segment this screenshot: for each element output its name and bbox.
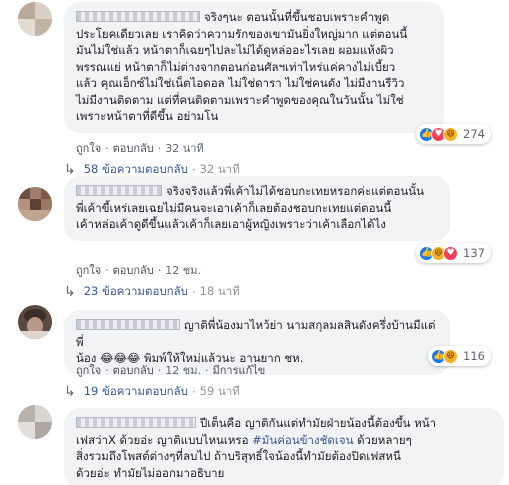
replies-time: 18 นาที (199, 284, 240, 298)
comment-line: เค้าหล่อเค้าดูดีขึ้นแล้วเค้าก็เลยเอาผู้ห… (76, 217, 386, 231)
comment-bubble: จริงๆนะ ตอนนั้นที่ขึ้นชอบเพราะคำพูด ประโ… (64, 2, 444, 133)
reply-arrow-icon: ↳ (64, 162, 76, 178)
hashtag-link[interactable]: #มันค่อนข้างชัดเจน (252, 433, 353, 447)
view-replies-link[interactable]: ↳ 19 ข้อความตอบกลับ · 59 นาที (64, 383, 240, 401)
avatar[interactable] (18, 305, 52, 339)
avatar[interactable] (18, 187, 52, 221)
replies-count[interactable]: 19 ข้อความตอบกลับ (84, 383, 188, 401)
comment-line: แล้ว คุณเอ็กซ์ไม่ใช่เน็ตไอดอล ไม่ใช่ดารา… (76, 76, 405, 90)
comment-line: ไม่มีงานติดตาม แต่ที่คนติดตามเพราะคำพูดข… (76, 92, 404, 107)
comment-line: ปีเต็นคือ ญาติกันแต่ทำมัยฝ่ายน้องนี้ต้อง… (76, 415, 492, 432)
redacted-name[interactable] (76, 417, 196, 428)
comment-line: พรรณแย่ หน้าตาก็ไม่ต่างจากตอนก่อนศัลฯเท่… (76, 59, 396, 74)
reply-arrow-icon: ↳ (64, 284, 76, 300)
like-link[interactable]: ถูกใจ (76, 364, 101, 377)
comment-line: ประโยคเดียวเลย เราคิดว่าความรักของเขามัน… (76, 26, 408, 41)
redacted-name[interactable] (76, 185, 162, 196)
comment-line: เฟสว่าX ด้วยอ่ะ ญาติแบบไหนเหรอ #มันค่อนข… (76, 432, 412, 447)
replies-time: 59 นาที (199, 384, 240, 398)
redacted-name[interactable] (76, 11, 200, 22)
comment-line: มันไม่ใช่แล้ว หน้าตาก็เฉยๆไปละไม่ได้ดูหล… (76, 43, 394, 57)
reaction-count: 274 (463, 127, 485, 141)
avatar[interactable] (18, 2, 52, 36)
comment-actions: ถูกใจ · ตอบกลับ · 12 ชม. (76, 264, 201, 277)
comment-actions: ถูกใจ · ตอบกลับ · 12 ชม. · มีการแก้ไข (76, 364, 266, 377)
like-link[interactable]: ถูกใจ (76, 142, 101, 155)
comment-line: จริงๆนะ ตอนนั้นที่ขึ้นชอบเพราะคำพูด (76, 9, 432, 26)
redacted-name[interactable] (76, 319, 180, 330)
reply-arrow-icon: ↳ (64, 384, 76, 400)
reaction-summary[interactable]: 👍 😆 ♥ 137 (416, 243, 491, 263)
replies-count[interactable]: 23 ข้อความตอบกลับ (84, 283, 188, 301)
comment-line: พี่เค้าขี้เหร่เลยเฉยไม่มีคนจะเอาเค้าก็เล… (76, 200, 392, 215)
love-reaction-icon: ♥ (443, 245, 459, 261)
comment-line: ด้วยอ่ะ ทำมัยไม่ออกมาอธิบาย (76, 465, 225, 480)
reaction-summary[interactable]: 👍 ♥ 😆 274 (416, 124, 491, 144)
reply-link[interactable]: ตอบกลับ (113, 142, 154, 155)
reaction-count: 116 (463, 349, 485, 363)
reply-link[interactable]: ตอบกลับ (113, 364, 154, 377)
comment-bubble: ปีเต็นคือ ญาติกันแต่ทำมัยฝ่ายน้องนี้ต้อง… (64, 408, 504, 485)
avatar[interactable] (18, 405, 52, 439)
reaction-summary[interactable]: 👍 😆 116 (428, 346, 491, 366)
reaction-count: 137 (463, 246, 485, 260)
edited-label[interactable]: มีการแก้ไข (212, 364, 265, 377)
comment-bubble: จริงจริงแล้วพี่เค้าไม่ได้ชอบกะเทยหรอกค่ะ… (64, 176, 450, 241)
comment-actions: ถูกใจ · ตอบกลับ · 32 นาที (76, 142, 204, 155)
haha-reaction-icon: 😆 (443, 348, 459, 364)
haha-reaction-icon: 😆 (443, 126, 459, 142)
comment-line: จริงจริงแล้วพี่เค้าไม่ได้ชอบกะเทยหรอกค่ะ… (76, 183, 438, 200)
timestamp[interactable]: 32 นาที (165, 142, 203, 155)
comment-line: เพราะหน้าตาที่ดีขึ้น อย่ามโน (76, 109, 219, 123)
timestamp[interactable]: 12 ชม. (165, 264, 201, 277)
comment-line: ญาติพี่น้องมาไหว้ย่า นามสกุลมลสินดังครึ่… (76, 318, 436, 349)
reply-link[interactable]: ตอบกลับ (113, 264, 154, 277)
comment-line: สิ่งรวมถึงโพสต์ต่างๆที่ลบไป ถ้าบริสุทธิ์… (76, 449, 401, 463)
like-link[interactable]: ถูกใจ (76, 264, 101, 277)
timestamp[interactable]: 12 ชม. (165, 364, 201, 377)
view-replies-link[interactable]: ↳ 23 ข้อความตอบกลับ · 18 นาที (64, 283, 240, 301)
